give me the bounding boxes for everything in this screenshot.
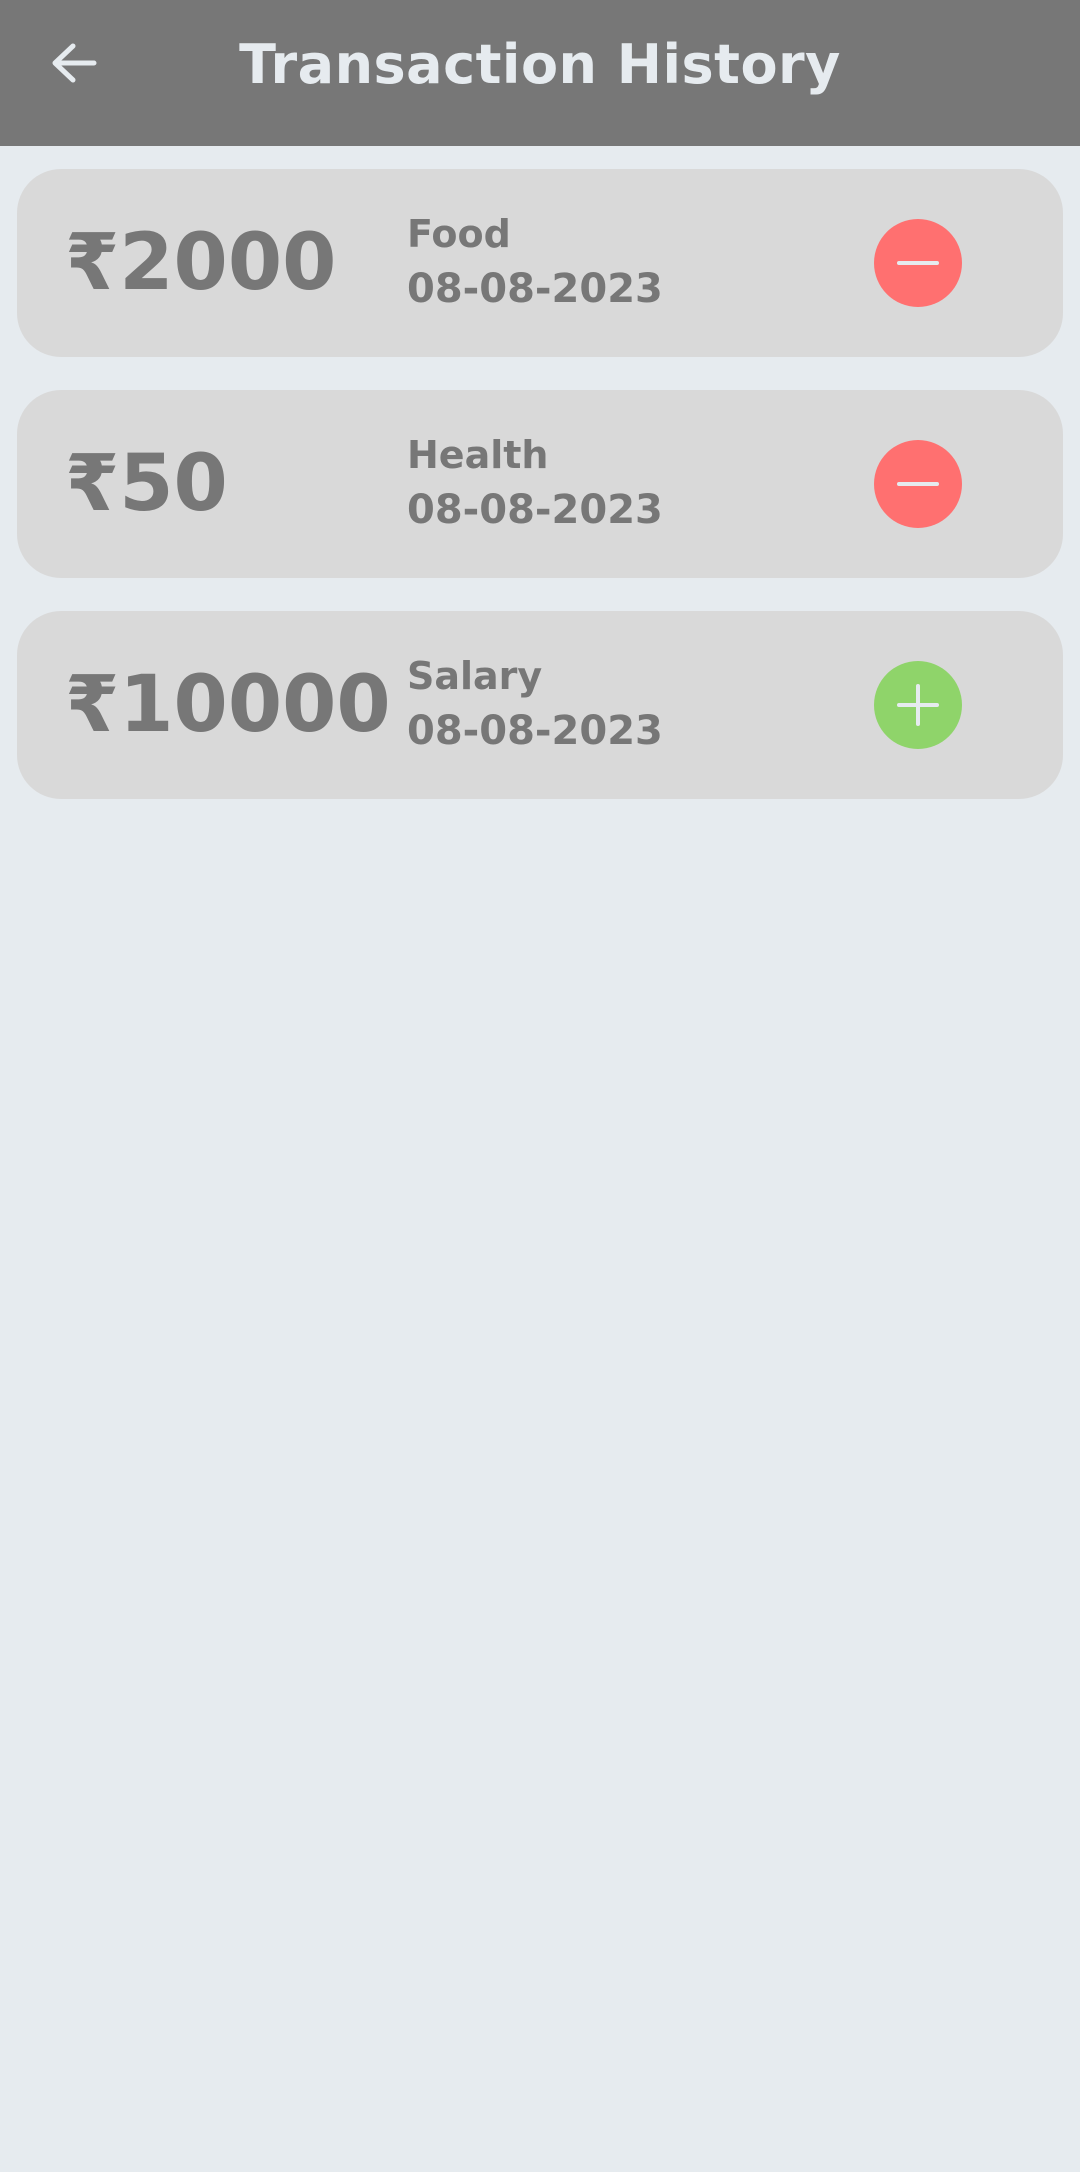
transaction-date: 08-08-2023 [407,266,663,312]
page-title: Transaction History [239,33,841,96]
transaction-amount: ₹2000 [65,218,337,308]
transaction-meta: Health 08-08-2023 [407,428,663,538]
transaction-card[interactable]: ₹10000 Salary 08-08-2023 [17,611,1063,799]
plus-icon [897,684,939,726]
expense-badge [874,440,962,528]
transaction-card[interactable]: ₹50 Health 08-08-2023 [17,390,1063,578]
transaction-date: 08-08-2023 [407,708,663,754]
app-bar: Transaction History [0,0,1080,146]
transaction-amount: ₹50 [65,439,228,529]
transaction-date: 08-08-2023 [407,487,663,533]
transaction-card[interactable]: ₹2000 Food 08-08-2023 [17,169,1063,357]
minus-icon [897,261,939,265]
transaction-meta: Food 08-08-2023 [407,207,663,317]
transaction-category: Health [407,433,549,477]
transaction-amount: ₹10000 [65,660,391,750]
transaction-category: Salary [407,654,543,698]
minus-icon [897,482,939,486]
income-badge [874,661,962,749]
transaction-meta: Salary 08-08-2023 [407,649,663,759]
transaction-list: ₹2000 Food 08-08-2023 ₹50 Health 08-08-2… [17,169,1063,832]
expense-badge [874,219,962,307]
transaction-category: Food [407,212,511,256]
